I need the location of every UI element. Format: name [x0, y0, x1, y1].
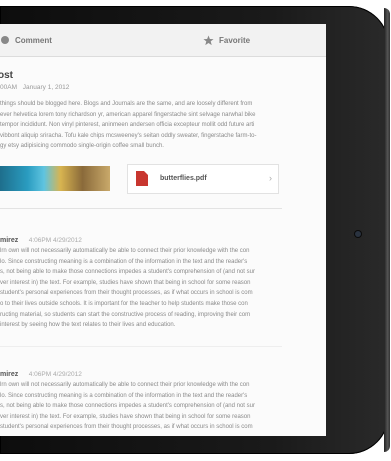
- comment-line: lrn own will not necessarily automatical…: [0, 248, 250, 254]
- favorite-button[interactable]: Favorite: [203, 24, 250, 56]
- comment-line: student's personal experiences from thei…: [0, 424, 253, 431]
- post-title: ost: [0, 70, 13, 81]
- tablet-edge: [384, 8, 390, 452]
- post-date: January 1, 2012: [22, 84, 70, 91]
- favorite-label: Favorite: [219, 35, 251, 45]
- comment-item: mirez 4:06PM 4/29/2012 lrn own will not …: [0, 363, 280, 433]
- butterfly-image[interactable]: [0, 166, 110, 191]
- pdf-attachment[interactable]: butterflies.pdf ›: [127, 164, 279, 194]
- comment-line: lrn own will not necessarily automatical…: [0, 382, 250, 388]
- post-body-line: ever helvetica lorem tony richardson yr,…: [0, 111, 256, 118]
- comment-line: ver interest in) the text. For example, …: [0, 279, 251, 286]
- post-time: 00AM: [0, 84, 17, 91]
- comment-author[interactable]: mirez: [0, 237, 18, 244]
- post-body-line: tempor incididunt. Non vinyl pinterest, …: [0, 122, 255, 129]
- action-toolbar: Comment Favorite: [0, 24, 326, 57]
- post-body: things should be blogged here. Blogs and…: [0, 99, 280, 152]
- comment-body: lrn own will not necessarily automatical…: [0, 246, 280, 331]
- section-divider: [0, 208, 282, 209]
- post-body-line: things should be blogged here. Blogs and…: [0, 101, 253, 107]
- comment-label: Comment: [15, 35, 52, 45]
- comment-item: mirez 4:06PM 4/29/2012 lrn own will not …: [0, 229, 280, 331]
- comment-icon: [1, 36, 9, 44]
- comment-author[interactable]: mirez: [0, 371, 18, 378]
- chevron-right-icon: ›: [269, 173, 272, 183]
- comment-time: 4:06PM 4/29/2012: [28, 371, 82, 378]
- comment-line: o to their lives outside schools. It is …: [0, 300, 248, 307]
- post-body-line: gy etsy adipisicing commodo single-origi…: [0, 143, 164, 150]
- comment-button[interactable]: Comment: [0, 24, 52, 56]
- star-icon: [203, 34, 214, 45]
- comment-body: lrn own will not necessarily automatical…: [0, 380, 280, 433]
- comment-line: ver interest in) the text. For example, …: [0, 413, 251, 420]
- tablet-screen: Comment Favorite ost 00AM January 1, 201…: [0, 24, 326, 436]
- comment-line: ructing material, so students can start …: [0, 311, 251, 318]
- comment-line: lo. Since constructing meaning is a comb…: [0, 258, 248, 265]
- post-meta: 00AM January 1, 2012: [0, 84, 69, 91]
- comment-line: interest by seeing how the text relates …: [0, 322, 176, 329]
- comment-line: s, not being able to make those connecti…: [0, 269, 255, 276]
- pdf-icon: [136, 171, 148, 186]
- comment-line: s, not being able to make those connecti…: [0, 403, 255, 410]
- comment-line: lo. Since constructing meaning is a comb…: [0, 392, 248, 399]
- attachment-filename: butterflies.pdf: [160, 175, 207, 182]
- comment-time: 4:06PM 4/29/2012: [28, 237, 82, 244]
- post-body-line: vibbont aliquip sriracha. Tofu kale chip…: [0, 132, 257, 139]
- front-camera: [355, 231, 361, 237]
- comment-divider: [0, 346, 282, 347]
- comment-line: student's personal experiences from thei…: [0, 290, 253, 297]
